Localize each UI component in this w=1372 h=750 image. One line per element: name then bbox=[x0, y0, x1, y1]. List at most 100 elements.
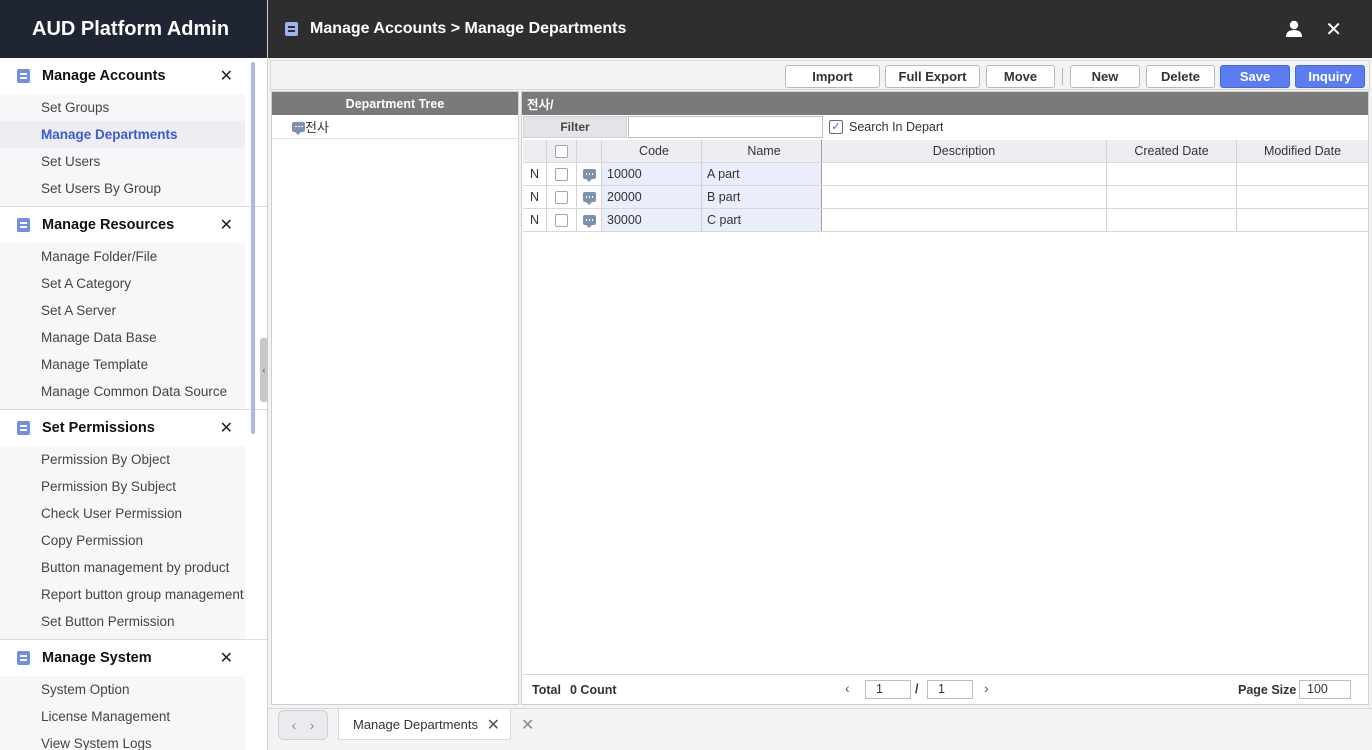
row-icon-cell bbox=[577, 186, 602, 208]
prev-page-icon[interactable]: ‹ bbox=[845, 680, 850, 696]
column-header-name[interactable]: Name bbox=[702, 140, 822, 162]
topbar: Manage Accounts > Manage Departments ✕ bbox=[268, 0, 1372, 58]
page-size-label: Page Size bbox=[1238, 683, 1297, 697]
cell-code[interactable]: 30000 bbox=[602, 209, 702, 231]
section-header-manage-resources[interactable]: Manage Resources ✕ bbox=[0, 207, 245, 243]
search-in-department-checkbox[interactable]: ✓ bbox=[829, 120, 843, 134]
cell-name[interactable]: C part bbox=[702, 209, 822, 231]
column-header-description[interactable]: Description bbox=[822, 140, 1107, 162]
sidebar-item-manage-data-base[interactable]: Manage Data Base bbox=[0, 324, 245, 351]
column-header-select[interactable] bbox=[547, 140, 577, 162]
sidebar-item-set-users[interactable]: Set Users bbox=[0, 148, 245, 175]
current-page-input[interactable]: 1 bbox=[865, 680, 911, 699]
sidebar-item-copy-permission[interactable]: Copy Permission bbox=[0, 527, 245, 554]
collapse-section-icon[interactable]: ✕ bbox=[220, 215, 233, 235]
column-header-modified-date[interactable]: Modified Date bbox=[1237, 140, 1368, 162]
sidebar-item-report-button-group-management[interactable]: Report button group management bbox=[0, 581, 245, 608]
main-content: Import Full Export Move New Delete Save … bbox=[268, 58, 1372, 708]
sidebar-item-set-button-permission[interactable]: Set Button Permission bbox=[0, 608, 245, 635]
row-select-cell[interactable] bbox=[547, 209, 577, 231]
sidebar-item-manage-common-data-source[interactable]: Manage Common Data Source bbox=[0, 378, 245, 405]
import-button[interactable]: Import bbox=[785, 65, 880, 88]
cell-created-date[interactable] bbox=[1107, 186, 1237, 208]
delete-button[interactable]: Delete bbox=[1146, 65, 1215, 88]
sidebar-item-manage-template[interactable]: Manage Template bbox=[0, 351, 245, 378]
department-grid: Code Name Description Created Date Modif… bbox=[523, 140, 1368, 232]
sidebar-item-set-groups[interactable]: Set Groups bbox=[0, 94, 245, 121]
tab-bar: ‹ › Manage Departments ✕ ✕ bbox=[268, 708, 1372, 750]
cell-created-date[interactable] bbox=[1107, 209, 1237, 231]
row-status: N bbox=[523, 163, 547, 185]
cell-name[interactable]: B part bbox=[702, 186, 822, 208]
comment-icon bbox=[582, 215, 596, 228]
sidebar-item-permission-by-subject[interactable]: Permission By Subject bbox=[0, 473, 245, 500]
document-icon bbox=[285, 22, 298, 36]
table-row[interactable]: N 20000 B part bbox=[523, 186, 1368, 209]
select-all-checkbox[interactable] bbox=[555, 144, 568, 158]
cell-modified-date[interactable] bbox=[1237, 209, 1368, 231]
table-row[interactable]: N 10000 A part bbox=[523, 163, 1368, 186]
sidebar-item-view-system-logs[interactable]: View System Logs bbox=[0, 730, 245, 750]
table-row[interactable]: N 30000 C part bbox=[523, 209, 1368, 232]
inquiry-button[interactable]: Inquiry bbox=[1295, 65, 1365, 88]
collapse-section-icon[interactable]: ✕ bbox=[220, 648, 233, 668]
sidebar-item-check-user-permission[interactable]: Check User Permission bbox=[0, 500, 245, 527]
close-tab-icon[interactable]: ✕ bbox=[487, 715, 500, 735]
move-button[interactable]: Move bbox=[986, 65, 1055, 88]
sidebar-item-permission-by-object[interactable]: Permission By Object bbox=[0, 446, 245, 473]
row-select-cell[interactable] bbox=[547, 163, 577, 185]
sidebar-item-system-option[interactable]: System Option bbox=[0, 676, 245, 703]
sidebar-item-set-a-server[interactable]: Set A Server bbox=[0, 297, 245, 324]
user-icon[interactable] bbox=[1285, 20, 1303, 38]
sidebar-item-manage-folder-file[interactable]: Manage Folder/File bbox=[0, 243, 245, 270]
grid-footer: Total 0 Count ‹ 1 / 1 › Page Size 100 bbox=[523, 674, 1368, 704]
section-header-manage-system[interactable]: Manage System ✕ bbox=[0, 640, 245, 676]
close-icon[interactable]: ✕ bbox=[1325, 17, 1342, 42]
sidebar-scrollbar[interactable] bbox=[251, 62, 255, 434]
next-page-icon[interactable]: › bbox=[984, 680, 989, 696]
full-export-button[interactable]: Full Export bbox=[885, 65, 980, 88]
cell-code[interactable]: 20000 bbox=[602, 186, 702, 208]
column-header-created-date[interactable]: Created Date bbox=[1107, 140, 1237, 162]
sidebar-item-license-management[interactable]: License Management bbox=[0, 703, 245, 730]
cell-created-date[interactable] bbox=[1107, 163, 1237, 185]
sidebar-item-set-users-by-group[interactable]: Set Users By Group bbox=[0, 175, 245, 202]
row-checkbox[interactable] bbox=[555, 213, 568, 227]
row-checkbox[interactable] bbox=[555, 167, 568, 181]
section-manage-accounts: Manage Accounts ✕ Set Groups Manage Depa… bbox=[0, 58, 267, 207]
new-button[interactable]: New bbox=[1070, 65, 1140, 88]
section-header-set-permissions[interactable]: Set Permissions ✕ bbox=[0, 410, 245, 446]
section-header-manage-accounts[interactable]: Manage Accounts ✕ bbox=[0, 58, 245, 94]
department-grid-panel: 전사/ Filter ✓ Search In Departı Code Name… bbox=[521, 91, 1369, 705]
save-button[interactable]: Save bbox=[1220, 65, 1290, 88]
tab-navigation: ‹ › bbox=[278, 710, 328, 740]
cell-description[interactable] bbox=[822, 209, 1107, 231]
column-header-code[interactable]: Code bbox=[602, 140, 702, 162]
collapse-section-icon[interactable]: ✕ bbox=[220, 418, 233, 438]
row-checkbox[interactable] bbox=[555, 190, 568, 204]
document-icon bbox=[17, 651, 30, 665]
column-header-status bbox=[523, 140, 547, 162]
cell-name[interactable]: A part bbox=[702, 163, 822, 185]
sidebar-item-manage-departments[interactable]: Manage Departments bbox=[0, 121, 245, 148]
cell-description[interactable] bbox=[822, 163, 1107, 185]
cell-code[interactable]: 10000 bbox=[602, 163, 702, 185]
department-node-icon bbox=[292, 121, 305, 135]
tab-manage-departments[interactable]: Manage Departments ✕ bbox=[338, 709, 511, 740]
row-select-cell[interactable] bbox=[547, 186, 577, 208]
page-size-input[interactable]: 100 bbox=[1299, 680, 1351, 699]
tree-node-root[interactable]: 전사 bbox=[272, 115, 518, 139]
filter-input[interactable] bbox=[628, 116, 823, 138]
collapse-section-icon[interactable]: ✕ bbox=[220, 66, 233, 86]
department-tree-panel: Department Tree 전사 bbox=[271, 91, 519, 705]
row-status: N bbox=[523, 186, 547, 208]
close-all-tabs-icon[interactable]: ✕ bbox=[521, 715, 534, 735]
cell-description[interactable] bbox=[822, 186, 1107, 208]
chevron-right-icon[interactable]: › bbox=[310, 717, 315, 733]
sidebar-item-set-a-category[interactable]: Set A Category bbox=[0, 270, 245, 297]
chevron-left-icon[interactable]: ‹ bbox=[292, 717, 297, 733]
cell-modified-date[interactable] bbox=[1237, 163, 1368, 185]
cell-modified-date[interactable] bbox=[1237, 186, 1368, 208]
sidebar-item-button-management-by-product[interactable]: Button management by product bbox=[0, 554, 245, 581]
sidebar-collapse-handle[interactable]: ‹ bbox=[260, 338, 268, 402]
